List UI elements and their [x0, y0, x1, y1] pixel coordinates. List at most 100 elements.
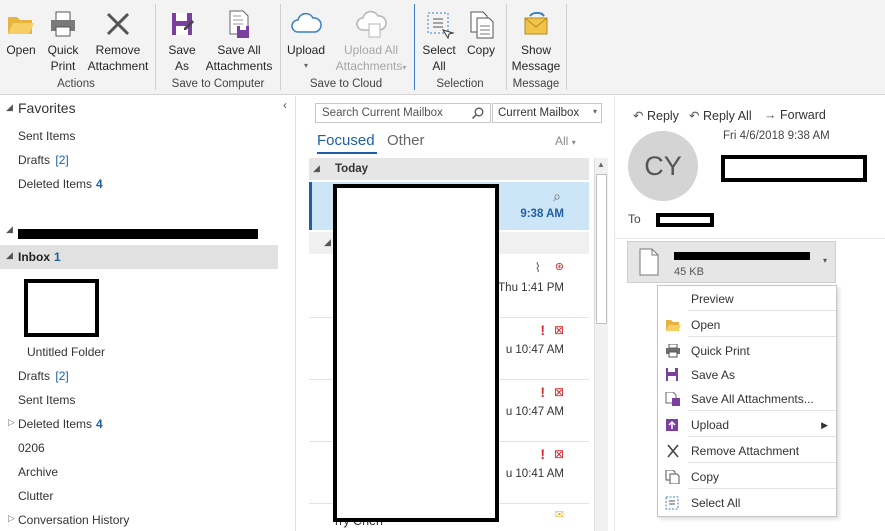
redacted-subfolder — [24, 279, 99, 337]
menu-item-select-all[interactable]: Select All — [658, 491, 836, 515]
attachment-chip[interactable]: 45 KB ▾ — [627, 241, 836, 283]
archive-folder[interactable]: Archive — [18, 465, 58, 479]
search-box[interactable]: Search Current Mailbox — [315, 103, 491, 123]
open-label: Open — [6, 43, 36, 57]
group-message-label: Message — [512, 78, 560, 90]
fav-deleted-items[interactable]: Deleted Items 4 — [18, 177, 103, 191]
remove-label-2: Attachment — [87, 59, 149, 73]
save-all-attachments-button[interactable]: Save All Attachments — [204, 4, 274, 74]
ribbon-divider — [280, 4, 281, 90]
message-list: Search Current Mailbox Current Mailbox ▾… — [305, 96, 613, 531]
meeting-declined-icon: ⊠ — [553, 447, 564, 461]
tab-other[interactable]: Other — [387, 132, 425, 149]
scroll-up-icon[interactable]: ▲ — [597, 160, 605, 169]
collapse-triangle-icon[interactable]: ◢ — [6, 102, 13, 113]
reply-all-icon: ↶ — [689, 109, 700, 123]
save-as-button[interactable]: Save As — [162, 4, 202, 74]
group-collapse-icon[interactable]: ◢ — [324, 237, 331, 248]
chevron-down-icon: ▾ — [592, 107, 597, 116]
filter-dropdown[interactable]: All ▾ — [555, 134, 576, 148]
conversation-history-folder[interactable]: Conversation History — [18, 513, 129, 527]
quick-print-button[interactable]: Quick Print — [42, 4, 84, 74]
show-message-button[interactable]: Show Message — [510, 4, 562, 74]
redacted-recipient — [656, 213, 714, 227]
scrollbar-thumb[interactable] — [596, 174, 607, 324]
menu-item-save-all[interactable]: Save All Attachments... — [658, 387, 836, 411]
sent-items-folder[interactable]: Sent Items — [18, 393, 75, 407]
save-all-label-1: Save All — [217, 43, 261, 57]
select-all-button[interactable]: Select All — [419, 4, 459, 74]
show-message-label-2: Message — [511, 59, 561, 73]
save-as-icon — [666, 368, 678, 381]
attachment-context-menu: Preview Open Quick Print Save As Save Al… — [657, 285, 837, 517]
drafts-folder[interactable]: Drafts [2] — [18, 369, 69, 383]
menu-item-save-as[interactable]: Save As — [658, 363, 836, 387]
favorites-header[interactable]: Favorites — [18, 100, 76, 116]
scope-label: Current Mailbox — [498, 107, 580, 119]
group-header-today[interactable]: ◢ Today — [309, 158, 589, 180]
deleted-expand-icon[interactable]: ▷ — [8, 417, 15, 428]
scrollbar[interactable]: ▲ — [594, 158, 608, 531]
save-all-icon — [665, 392, 680, 406]
fav-drafts[interactable]: Drafts [2] — [18, 153, 69, 167]
open-button[interactable]: Open — [2, 4, 40, 58]
menu-item-copy[interactable]: Copy — [658, 465, 836, 489]
untitled-folder[interactable]: Untitled Folder — [27, 345, 105, 359]
envelope-arrow-icon — [524, 11, 548, 35]
avatar: CY — [628, 131, 698, 201]
select-all-icon — [427, 12, 455, 40]
menu-item-preview[interactable]: Preview — [658, 287, 836, 311]
collapse-pane-chevron-icon[interactable]: ‹ — [283, 98, 287, 112]
attachment-chevron-down-icon[interactable]: ▾ — [823, 256, 827, 265]
remove-attachment-button[interactable]: Remove Attachment — [86, 4, 150, 74]
search-scope-dropdown[interactable]: Current Mailbox ▾ — [492, 103, 602, 123]
upload-all-label-1: Upload All — [343, 43, 399, 57]
folder-0206[interactable]: 0206 — [18, 441, 45, 455]
submenu-arrow-icon: ▶ — [821, 420, 828, 430]
inbox-folder[interactable]: ◢ Inbox 1 — [0, 245, 278, 269]
message-date: Fri 4/6/2018 9:38 AM — [723, 130, 830, 142]
group-collapse-icon[interactable]: ◢ — [313, 163, 320, 174]
copy-button[interactable]: Copy — [462, 4, 500, 58]
ribbon-divider — [414, 4, 415, 90]
quick-print-label-1: Quick — [47, 43, 79, 57]
redacted-message-previews — [333, 184, 499, 522]
copy-icon — [665, 470, 680, 484]
conv-history-expand-icon[interactable]: ▷ — [8, 513, 15, 524]
reply-all-button[interactable]: ↶ Reply All — [689, 108, 752, 123]
tab-focused[interactable]: Focused — [317, 132, 375, 149]
upload-label: Upload — [286, 43, 326, 57]
fav-sent-items[interactable]: Sent Items — [18, 129, 75, 143]
group-save-computer-label: Save to Computer — [171, 78, 265, 90]
account-collapse-icon[interactable]: ◢ — [6, 224, 13, 235]
message-time: u 10:47 AM — [505, 406, 564, 418]
deleted-items-folder[interactable]: Deleted Items 4 — [18, 417, 103, 431]
menu-item-quick-print[interactable]: Quick Print — [658, 339, 836, 363]
inbox-expand-icon[interactable]: ◢ — [6, 250, 13, 261]
focused-underline — [317, 152, 377, 154]
select-all-label-1: Select — [422, 43, 456, 57]
to-label: To — [628, 212, 641, 226]
copy-label: Copy — [466, 43, 495, 57]
forward-button[interactable]: → Forward — [764, 108, 826, 122]
message-time: Thu 1:41 PM — [498, 282, 564, 294]
clutter-folder[interactable]: Clutter — [18, 489, 53, 503]
upload-button[interactable]: Upload ▾ — [284, 4, 328, 74]
copy-icon — [470, 11, 494, 39]
menu-item-remove-attachment[interactable]: Remove Attachment — [658, 439, 836, 463]
high-importance-icon: ! — [540, 446, 545, 462]
search-input[interactable]: Search Current Mailbox — [322, 107, 443, 119]
show-message-label-1: Show — [520, 43, 552, 57]
group-selection-label: Selection — [436, 78, 484, 90]
message-time: u 10:41 AM — [505, 468, 564, 480]
message-time: 9:38 AM — [520, 208, 564, 220]
ribbon-divider — [155, 4, 156, 90]
folder-open-icon — [8, 17, 34, 34]
forward-icon: → — [764, 108, 777, 122]
high-importance-icon: ! — [540, 384, 545, 400]
search-icon[interactable] — [471, 107, 484, 120]
envelope-icon: ✉ — [554, 509, 564, 521]
menu-item-upload[interactable]: Upload ▶ — [658, 413, 836, 437]
menu-item-open[interactable]: Open — [658, 313, 836, 337]
reply-button[interactable]: ↶ Reply — [633, 108, 679, 123]
